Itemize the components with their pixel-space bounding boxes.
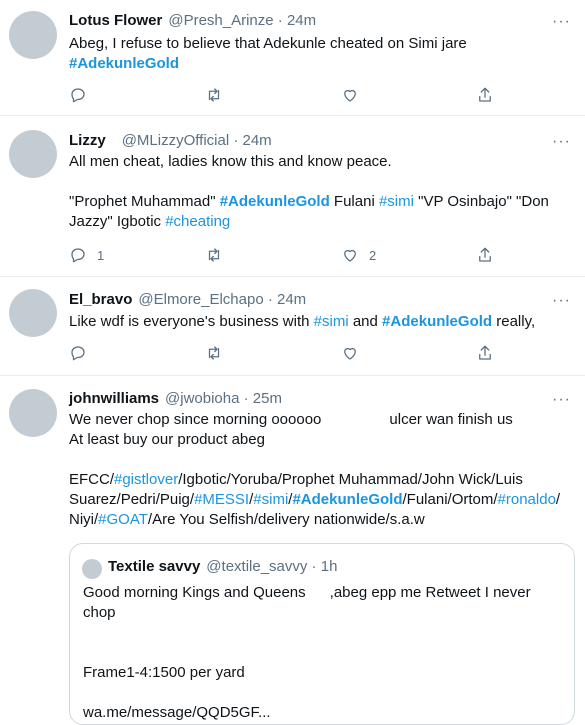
reply-icon	[71, 248, 85, 263]
retweet-button[interactable]	[205, 86, 223, 104]
tweet-text-line: Abeg, I refuse to believe that Adekunle …	[69, 35, 467, 52]
tweet-text-segment: "VP Osinbajo" "Don	[413, 193, 549, 210]
tweet-actions: 1 2	[69, 246, 499, 266]
tweet-text-segment: ulcer wan finish us	[389, 411, 513, 428]
like-icon	[344, 89, 356, 102]
hashtag-link[interactable]: #MESSI	[194, 491, 249, 508]
author-name[interactable]: El_bravo	[69, 291, 132, 308]
tweet-text-line: At least buy our product abeg	[69, 431, 265, 448]
tweet-text-segment: Jazzy" Igbotic	[69, 213, 166, 230]
tweet-text-segment: /Igbotic/Yoruba/Prophet Muhammad/John Wi…	[178, 471, 523, 488]
tweet-text-segment: /Are You Selfish/delivery nationwide/s.a…	[147, 511, 425, 528]
more-horizontal-icon[interactable]: ···	[552, 14, 571, 30]
quoted-avatar[interactable]	[82, 559, 102, 579]
tweet-actions	[69, 344, 499, 364]
tweet-text-segment: "Prophet Muhammad"	[69, 193, 220, 210]
share-button[interactable]	[476, 86, 494, 104]
tweet-text-segment: Niyi/	[69, 511, 99, 528]
tweet-text-segment: /Fulani/Ortom/	[402, 491, 498, 508]
reply-icon	[71, 346, 85, 361]
reply-button[interactable]	[69, 344, 97, 362]
author-handle-time[interactable]: @Presh_Arinze · 24m	[168, 12, 316, 29]
tweet-text-segment: We never chop since morning oooooo	[69, 411, 322, 428]
retweet-icon	[208, 248, 220, 262]
tweet-text: All men cheat, ladies know this and know…	[69, 152, 574, 232]
quoted-handle-time: @textile_savvy · 1h	[206, 558, 338, 575]
hashtag-link[interactable]: #AdekunleGold	[220, 193, 330, 210]
tweet-el-bravo[interactable]: El_bravo @Elmore_Elchapo · 24m ··· Like w…	[0, 277, 585, 375]
hashtag-link[interactable]: #simi	[379, 193, 414, 210]
author-handle-time[interactable]: @jwobioha · 25m	[165, 390, 282, 407]
tweet-actions	[69, 86, 499, 106]
hashtag-link[interactable]: #cheating	[165, 213, 230, 230]
like-button[interactable]	[341, 344, 369, 362]
tweet-text-segment: Suarez/Pedri/Puig/	[69, 491, 195, 508]
hashtag-link[interactable]: #simi	[253, 491, 288, 508]
reply-button[interactable]: 1	[69, 246, 104, 264]
author-name[interactable]: Lizzy	[69, 132, 106, 149]
like-icon	[344, 347, 356, 360]
tweet-text: Like wdf is everyone's business with #si…	[69, 312, 574, 332]
quoted-link-text: wa.me/message/QQD5GF...	[83, 704, 271, 721]
author-name[interactable]: Lotus Flower	[69, 12, 162, 29]
avatar[interactable]	[9, 389, 57, 437]
reply-count: 1	[97, 247, 105, 263]
tweet-text: We never chop since morning oooooo ulcer …	[69, 410, 579, 530]
avatar[interactable]	[9, 130, 57, 178]
hashtag-link[interactable]: #ronaldo	[498, 491, 556, 508]
share-icon	[479, 247, 491, 262]
quoted-tweet[interactable]: Textile savvy @textile_savvy · 1h Good mo…	[69, 543, 575, 725]
share-icon	[479, 87, 491, 102]
hashtag-link[interactable]: #AdekunleGold	[382, 313, 492, 330]
more-horizontal-icon[interactable]: ···	[552, 293, 571, 309]
tweet-text-line: All men cheat, ladies know this and know…	[69, 153, 392, 170]
tweet-text-segment: EFCC/	[69, 471, 114, 488]
hashtag-link[interactable]: #AdekunleGold	[292, 491, 402, 508]
tweet-lotus-flower[interactable]: Lotus Flower @Presh_Arinze · 24m ··· Abeg…	[0, 0, 585, 115]
tweet-text: Abeg, I refuse to believe that Adekunle …	[69, 34, 574, 74]
share-button[interactable]	[476, 344, 494, 362]
hashtag-link[interactable]: #GOAT	[98, 511, 148, 528]
hashtag-link[interactable]: #simi	[314, 313, 349, 330]
share-button[interactable]	[476, 246, 494, 264]
tweet-lizzy[interactable]: Lizzy @MLizzyOfficial · 24m ··· All men c…	[0, 116, 585, 276]
retweet-button[interactable]	[205, 344, 223, 362]
like-button[interactable]	[341, 86, 369, 104]
quoted-text-line: Frame1-4:1500 per yard	[83, 664, 245, 681]
more-horizontal-icon[interactable]: ···	[552, 134, 571, 150]
tweet-text-segment: and	[348, 313, 383, 330]
reply-icon	[71, 88, 85, 103]
quoted-text-segment: Good morning Kings and Queens	[83, 584, 306, 601]
like-button[interactable]: 2	[341, 246, 376, 264]
quoted-text: Good morning Kings and Queens ,abeg epp m…	[83, 581, 567, 723]
tweet-text-segment: Like wdf is everyone's business with	[69, 313, 314, 330]
share-icon	[479, 345, 491, 360]
avatar[interactable]	[9, 289, 57, 337]
hashtag-link[interactable]: #AdekunleGold	[69, 55, 179, 72]
reply-button[interactable]	[69, 86, 97, 104]
retweet-button[interactable]	[205, 246, 223, 264]
tweet-text-segment: /	[555, 491, 561, 508]
hashtag-link[interactable]: #gistlover	[114, 471, 178, 488]
tweet-text-segment: Fulani	[329, 193, 379, 210]
author-handle-time[interactable]: @Elmore_Elchapo · 24m	[138, 291, 306, 308]
author-name[interactable]: johnwilliams	[69, 390, 159, 407]
retweet-icon	[208, 346, 220, 360]
author-handle-time[interactable]: @MLizzyOfficial · 24m	[122, 132, 272, 149]
retweet-icon	[208, 88, 220, 102]
quoted-author-name: Textile savvy	[108, 558, 201, 575]
more-horizontal-icon[interactable]: ···	[552, 392, 571, 408]
avatar[interactable]	[9, 11, 57, 59]
like-count: 2	[369, 247, 377, 263]
tweet-text-segment: really,	[492, 313, 536, 330]
like-icon	[344, 249, 356, 262]
